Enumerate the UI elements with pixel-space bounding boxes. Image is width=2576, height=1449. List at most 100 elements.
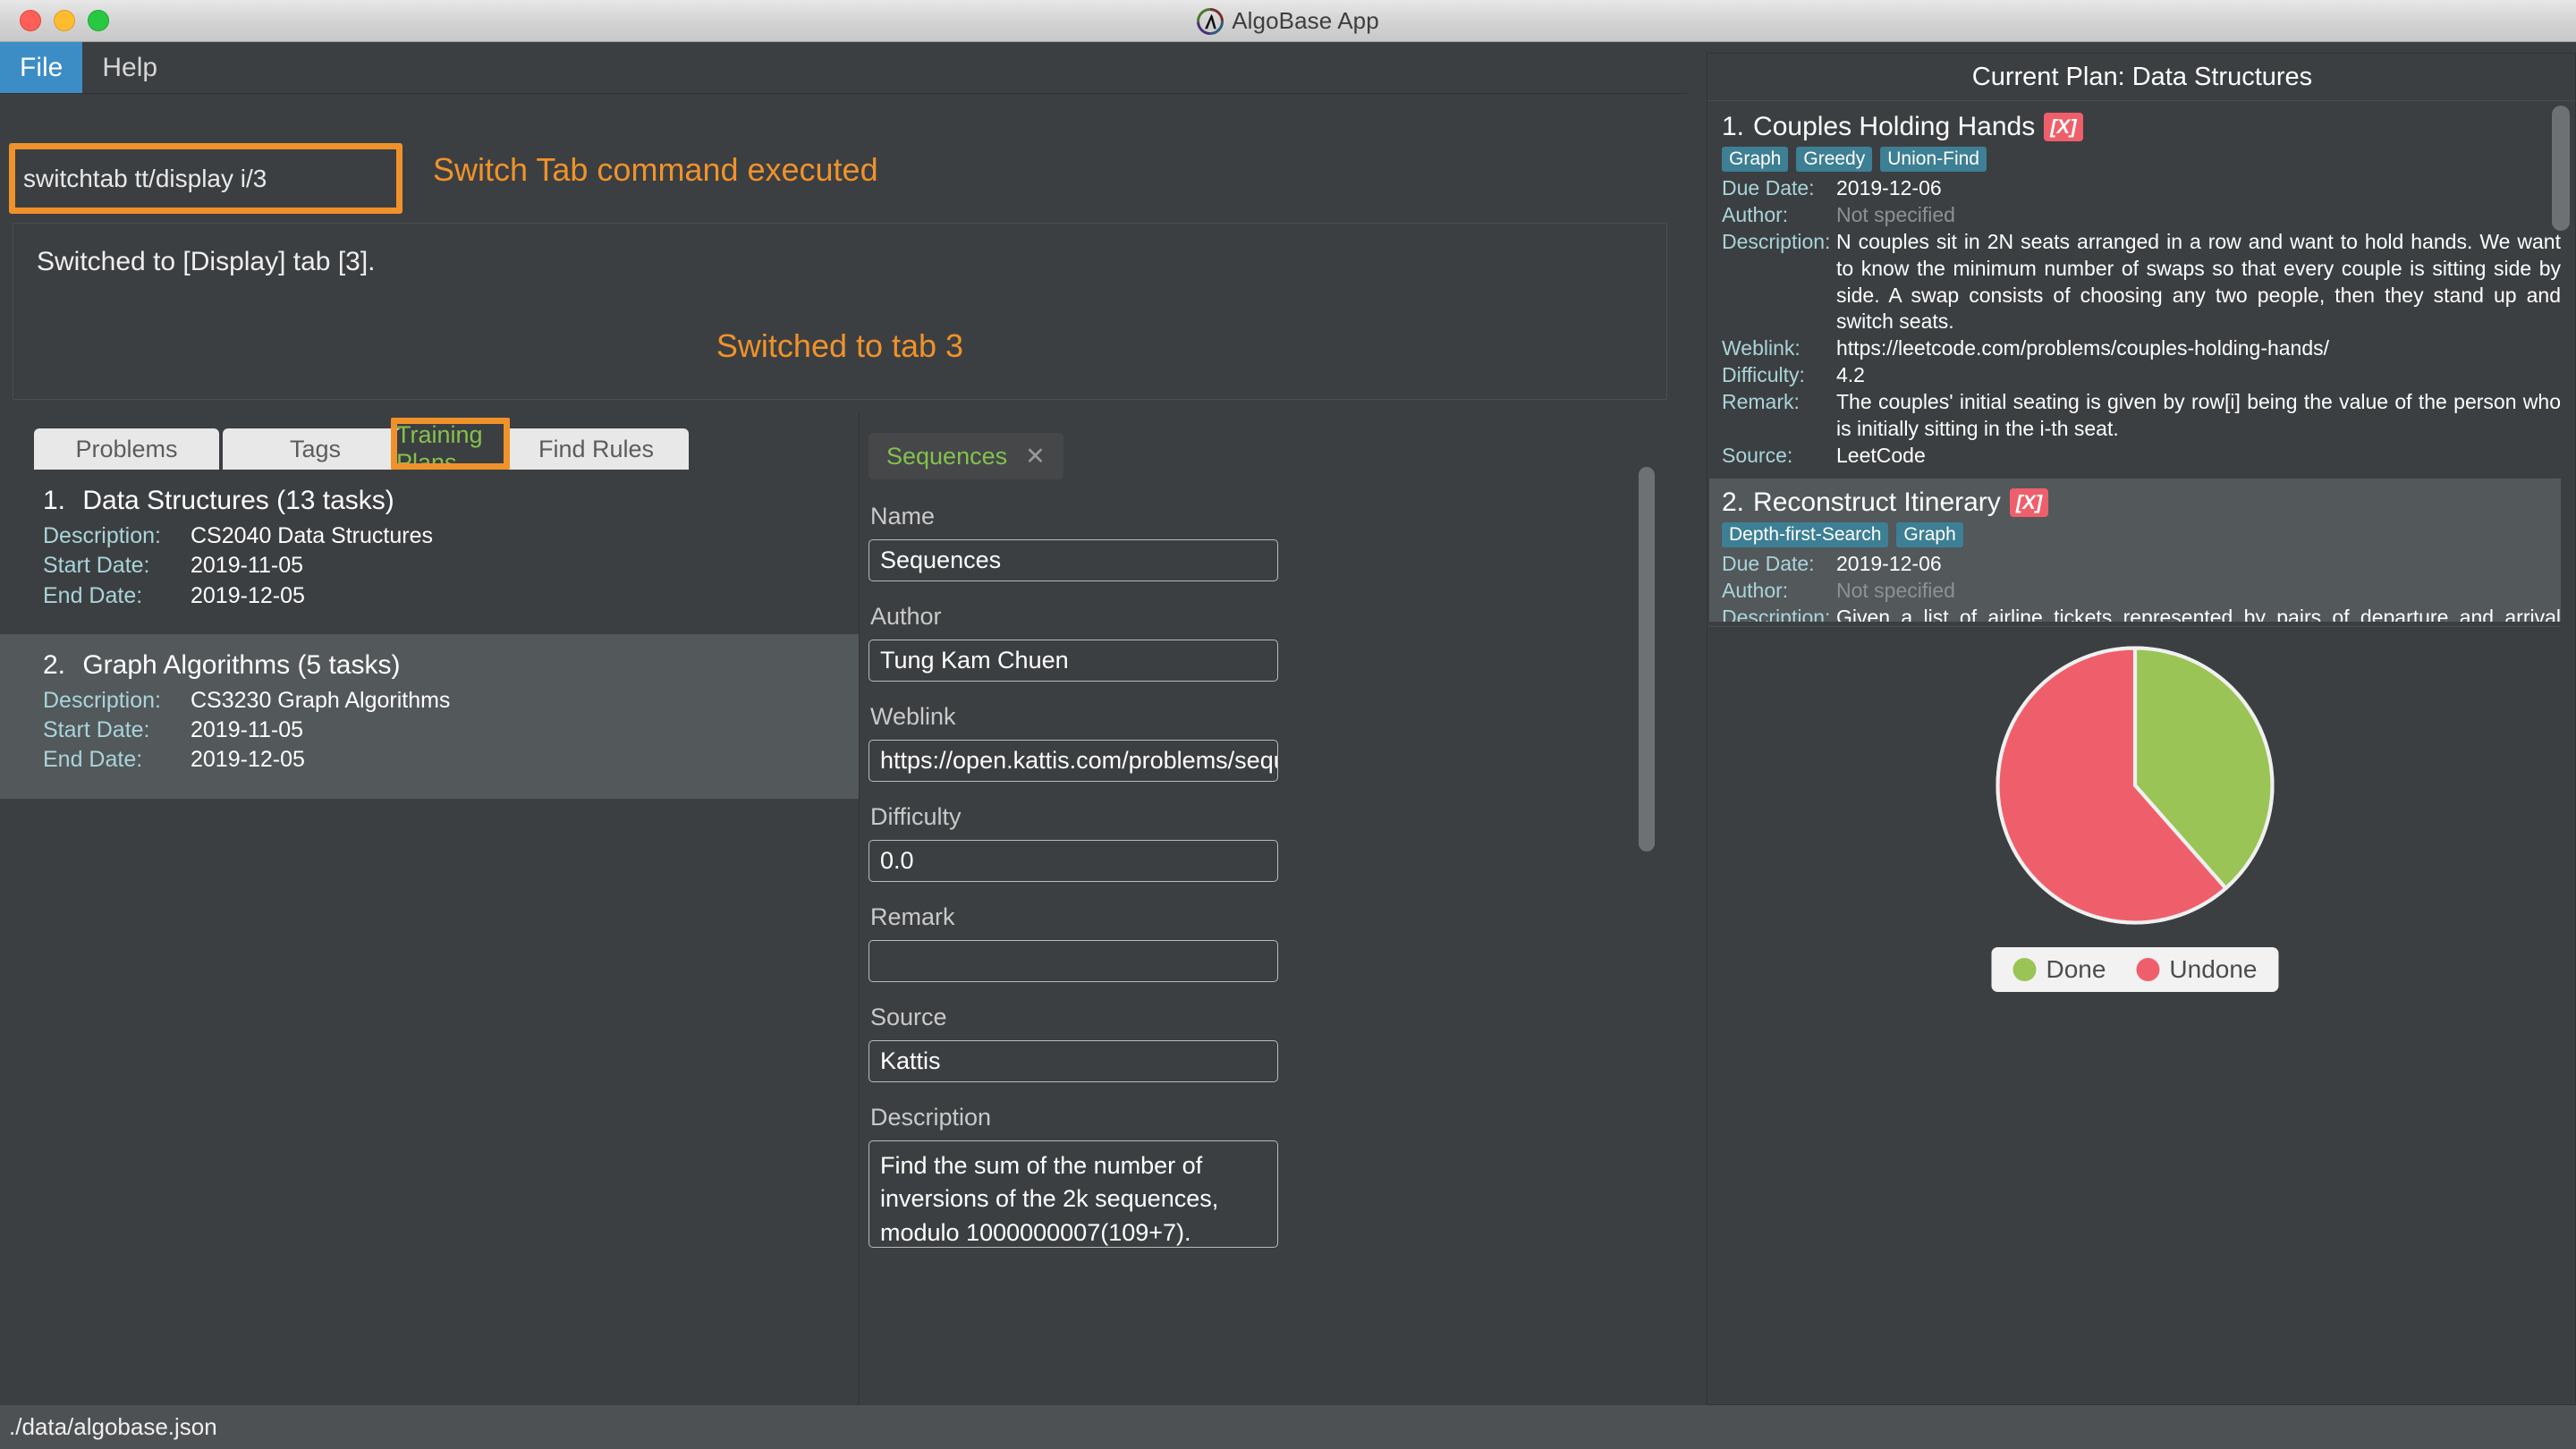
tab-training-plans[interactable]: Training Plans <box>396 421 504 476</box>
task-source-value: LeetCode <box>1836 443 1926 467</box>
training-plan-list[interactable]: 1. Data Structures (13 tasks) Descriptio… <box>0 470 859 1449</box>
description-field[interactable]: Find the sum of the number of inversions… <box>869 1140 1278 1248</box>
plan-name: Graph Algorithms (5 tasks) <box>82 649 401 680</box>
description-label: Description <box>870 1104 992 1131</box>
task-tag: Graph <box>1722 147 1789 172</box>
plan-end-date-value: 2019-12-05 <box>191 747 305 773</box>
task-description-row: Description: N couples sit in 2N seats a… <box>1722 229 2561 336</box>
task-author-value: Not specified <box>1836 578 1955 602</box>
command-bar: Switch Tab command executed <box>0 93 1687 240</box>
author-field[interactable]: Tung Kam Chuen <box>869 640 1278 682</box>
menu-item-file[interactable]: File <box>0 42 83 93</box>
status-bar: ./data/algobase.json <box>0 1405 2576 1449</box>
plan-end-date-value: 2019-12-05 <box>191 582 305 608</box>
plan-start-date-row: Start Date: 2019-11-05 <box>43 551 859 580</box>
task-remark-row: Remark: The couples' initial seating is … <box>1722 389 2561 443</box>
plan-start-date-value: 2019-11-05 <box>191 717 304 742</box>
window-title-group: AlgoBase App <box>0 0 2576 42</box>
task-done-badge[interactable]: [X] <box>2009 487 2049 517</box>
task-description-row: Description: Given a list of airline tic… <box>1722 605 2561 622</box>
task-remark-value: The couples' initial seating is given by… <box>1836 390 2561 441</box>
detail-panel-scrollbar[interactable] <box>1639 467 1655 1377</box>
weblink-field[interactable]: https://open.kattis.com/problems/sequenc… <box>869 740 1278 782</box>
task-item[interactable]: 1. Couples Holding Hands [X] Graph Greed… <box>1709 103 2561 479</box>
command-input-highlight-box <box>9 143 402 214</box>
task-description-label: Description: <box>1722 605 1831 622</box>
source-field[interactable]: Kattis <box>869 1040 1278 1082</box>
detail-tab-label: Sequences <box>886 442 1008 470</box>
task-index: 2. <box>1722 487 1745 517</box>
task-done-badge[interactable]: [X] <box>2044 113 2083 141</box>
task-due-date-value: 2019-12-06 <box>1836 176 1942 199</box>
tab-find-rules[interactable]: Find Rules <box>504 428 689 470</box>
task-author-value: Not specified <box>1836 202 1955 226</box>
current-plan-task-list[interactable]: 1. Couples Holding Hands [X] Graph Greed… <box>1709 103 2561 622</box>
detail-tab-sequences[interactable]: Sequences ✕ <box>869 433 1063 479</box>
task-name: Reconstruct Itinerary <box>1753 487 2001 517</box>
task-weblink-row: Weblink: https://leetcode.com/problems/c… <box>1722 335 2561 362</box>
detail-panel: Sequences ✕ Name Sequences Author Tung K… <box>859 413 1687 1449</box>
app-window: File Help Switch Tab command executed Sw… <box>0 42 2576 1449</box>
task-author-label: Author: <box>1722 578 1789 602</box>
plan-start-date-label: Start Date: <box>43 717 150 742</box>
weblink-label: Weblink <box>870 703 956 730</box>
task-difficulty-label: Difficulty: <box>1722 363 1805 387</box>
scrollbar-thumb[interactable] <box>1639 467 1655 852</box>
task-title: 2. Reconstruct Itinerary [X] <box>1722 487 2561 518</box>
window-title: AlgoBase App <box>1232 7 1379 34</box>
plan-description-value: CS2040 Data Structures <box>191 523 433 548</box>
task-remark-label: Remark: <box>1722 390 1800 414</box>
task-name: Couples Holding Hands <box>1753 112 2036 141</box>
task-description-label: Description: <box>1722 229 1831 253</box>
plan-description-label: Description: <box>43 523 161 548</box>
plan-description-label: Description: <box>43 687 161 713</box>
task-source-row: Source: LeetCode <box>1722 443 2561 470</box>
difficulty-field[interactable]: 0.0 <box>869 840 1278 882</box>
plan-end-date-row: End Date: 2019-12-05 <box>43 745 859 775</box>
author-label: Author <box>870 603 942 630</box>
task-tag-row: Graph Greedy Union-Find <box>1722 147 2561 172</box>
plan-title: 2. Graph Algorithms (5 tasks) <box>43 650 859 681</box>
plan-description-value: CS3230 Graph Algorithms <box>191 687 451 713</box>
task-author-row: Author: Not specified <box>1722 202 2561 229</box>
pie-chart-svg <box>1996 646 2275 925</box>
plan-start-date-value: 2019-11-05 <box>191 553 304 579</box>
detail-form: Name Sequences Author Tung Kam Chuen Web… <box>869 503 1656 1269</box>
name-field[interactable]: Sequences <box>869 539 1278 581</box>
tab-problems[interactable]: Problems <box>34 428 219 470</box>
remark-label: Remark <box>870 903 955 930</box>
close-x-icon[interactable]: ✕ <box>1025 443 1046 470</box>
current-plan-scrollbar[interactable] <box>2552 106 2570 620</box>
task-item[interactable]: 2. Reconstruct Itinerary [X] Depth-first… <box>1709 478 2561 622</box>
task-due-date-label: Due Date: <box>1722 176 1815 199</box>
legend-entry-done: Done <box>2012 955 2106 984</box>
task-difficulty-value: 4.2 <box>1836 363 1865 387</box>
current-plan-header: Current Plan: Data Structures <box>1707 54 2575 101</box>
task-tag: Greedy <box>1796 147 1873 172</box>
remark-field[interactable] <box>869 940 1278 982</box>
legend-dot-undone <box>2136 958 2160 981</box>
list-item[interactable]: 2. Graph Algorithms (5 tasks) Descriptio… <box>0 633 859 799</box>
legend-dot-done <box>2012 958 2037 981</box>
list-item[interactable]: 1. Data Structures (13 tasks) Descriptio… <box>0 470 859 634</box>
plan-description-row: Description: CS2040 Data Structures <box>43 521 859 551</box>
progress-chart-area: Done Undone <box>1709 626 2561 1402</box>
task-author-row: Author: Not specified <box>1722 578 2561 605</box>
status-file-path: ./data/algobase.json <box>9 1413 217 1440</box>
task-tag: Depth-first-Search <box>1722 521 1889 547</box>
task-tag-row: Depth-first-Search Graph <box>1722 521 2561 547</box>
current-plan-panel: Current Plan: Data Structures 1. Couples… <box>1707 53 2576 1405</box>
scrollbar-thumb[interactable] <box>2552 106 2570 231</box>
task-due-date-label: Due Date: <box>1722 551 1815 575</box>
task-tag: Union-Find <box>1880 147 1987 172</box>
task-weblink-value[interactable]: https://leetcode.com/problems/couples-ho… <box>1836 335 2561 362</box>
window-titlebar: AlgoBase App <box>0 0 2576 42</box>
task-due-date-row: Due Date: 2019-12-06 <box>1722 175 2561 202</box>
name-label: Name <box>870 503 936 530</box>
menu-item-help[interactable]: Help <box>82 42 177 93</box>
plan-start-date-row: Start Date: 2019-11-05 <box>43 716 859 745</box>
plan-description-row: Description: CS3230 Graph Algorithms <box>43 686 859 716</box>
plan-name: Data Structures (13 tasks) <box>82 486 394 515</box>
task-source-label: Source: <box>1722 443 1793 467</box>
tab-tags[interactable]: Tags <box>223 428 408 470</box>
